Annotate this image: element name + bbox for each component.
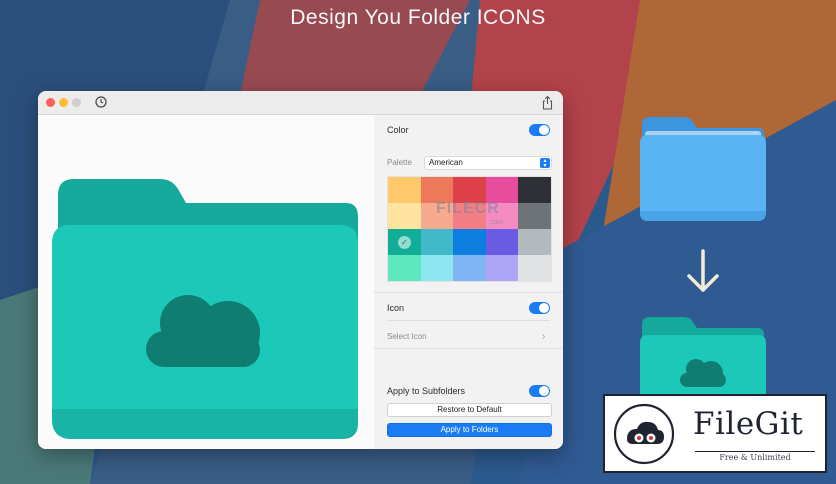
restore-default-button[interactable]: Restore to Default bbox=[387, 403, 552, 417]
updown-arrows-icon: ▴ ▾ bbox=[540, 158, 550, 169]
palette-select[interactable]: American ▴ ▾ bbox=[424, 156, 552, 170]
zoom-window-button[interactable] bbox=[72, 98, 81, 107]
palette-select-value: American bbox=[429, 158, 463, 167]
folder-after-icon bbox=[640, 317, 766, 405]
section-divider bbox=[374, 348, 563, 349]
apply-subfolders-toggle[interactable] bbox=[529, 385, 550, 397]
color-swatch[interactable] bbox=[388, 255, 421, 281]
color-label: Color bbox=[387, 125, 409, 135]
folder-before-icon bbox=[640, 117, 766, 221]
badge-name: FileGit bbox=[693, 406, 804, 442]
filegit-logo-icon bbox=[613, 403, 675, 465]
icon-label: Icon bbox=[387, 303, 405, 313]
watermark-text: FILECR bbox=[436, 200, 500, 217]
title-bar bbox=[38, 91, 563, 115]
apply-subfolders-label: Apply to Subfolders bbox=[387, 386, 466, 396]
color-toggle[interactable] bbox=[529, 124, 550, 136]
folder-preview-pane bbox=[38, 115, 374, 449]
settings-sidebar: Color Palette American ▴ ▾ ✓ Icon Select … bbox=[374, 115, 563, 449]
minimize-window-button[interactable] bbox=[59, 98, 68, 107]
watermark: FILECR .com bbox=[404, 200, 524, 240]
filegit-badge: FileGit Free & Unlimited bbox=[603, 394, 827, 473]
color-swatch[interactable] bbox=[485, 255, 519, 281]
chevron-right-icon[interactable]: › bbox=[542, 331, 545, 342]
color-swatch[interactable] bbox=[518, 255, 551, 281]
badge-divider bbox=[695, 451, 815, 452]
clock-icon[interactable] bbox=[95, 96, 107, 108]
arrow-down-icon bbox=[687, 249, 719, 292]
palette-label: Palette bbox=[387, 158, 412, 167]
badge-tagline: Free & Unlimited bbox=[719, 453, 791, 462]
select-icon-row[interactable]: Select Icon bbox=[387, 332, 427, 341]
icon-toggle[interactable] bbox=[529, 302, 550, 314]
section-divider bbox=[387, 320, 550, 321]
headline-title: Design You Folder ICONS bbox=[290, 6, 546, 29]
apply-folders-button[interactable]: Apply to Folders bbox=[387, 423, 552, 437]
color-swatch[interactable] bbox=[453, 255, 486, 281]
share-icon[interactable] bbox=[541, 95, 554, 110]
app-window: Color Palette American ▴ ▾ ✓ Icon Select … bbox=[38, 91, 563, 449]
close-window-button[interactable] bbox=[46, 98, 55, 107]
folder-preview-icon bbox=[52, 179, 358, 439]
color-swatch[interactable] bbox=[420, 255, 454, 281]
watermark-sub: .com bbox=[488, 219, 504, 226]
section-divider bbox=[374, 292, 563, 293]
